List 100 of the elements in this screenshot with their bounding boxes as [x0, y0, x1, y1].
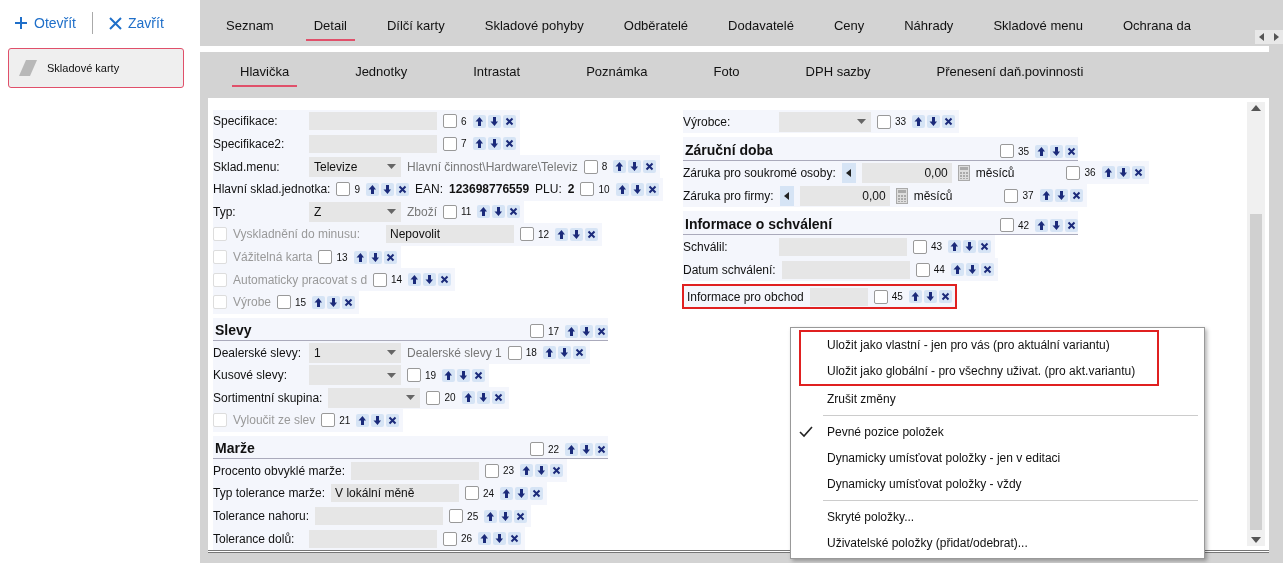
- tab[interactable]: Ochrana da: [1115, 11, 1199, 41]
- arrow-down-icon[interactable]: [535, 464, 549, 478]
- tab[interactable]: DPH sazby: [797, 57, 879, 87]
- arrow-down-icon[interactable]: [630, 182, 644, 196]
- checkbox[interactable]: [529, 442, 544, 457]
- arrow-up-icon[interactable]: [365, 182, 379, 196]
- checkbox[interactable]: [999, 218, 1014, 232]
- close-button[interactable]: Zavřít: [103, 13, 170, 33]
- arrow-down-icon[interactable]: [457, 368, 471, 382]
- menu-item[interactable]: Uživatelské položky (přidat/odebrat)...: [791, 530, 1204, 556]
- checkbox[interactable]: [999, 144, 1014, 158]
- arrow-up-icon[interactable]: [500, 486, 514, 500]
- checkbox[interactable]: [443, 531, 457, 546]
- arrow-up-icon[interactable]: [615, 182, 629, 196]
- close-icon[interactable]: [530, 486, 544, 500]
- checkbox[interactable]: [1004, 188, 1019, 203]
- menu-item[interactable]: Dynamicky umísťovat položky - vždy: [791, 471, 1204, 497]
- close-icon[interactable]: [472, 368, 486, 382]
- arrow-up-icon[interactable]: [472, 114, 486, 128]
- tab[interactable]: Foto: [705, 57, 748, 87]
- checkbox[interactable]: [443, 114, 457, 129]
- arrow-up-icon[interactable]: [912, 115, 926, 128]
- checkbox[interactable]: [443, 204, 457, 219]
- menu-item[interactable]: Pevné pozice položek: [791, 419, 1204, 445]
- arrow-down-icon[interactable]: [963, 240, 977, 253]
- close-icon[interactable]: [978, 240, 992, 253]
- arrow-up-icon[interactable]: [542, 346, 556, 360]
- close-icon[interactable]: [395, 182, 409, 196]
- arrow-up-icon[interactable]: [1039, 189, 1053, 202]
- arrow-down-icon[interactable]: [492, 205, 506, 219]
- close-icon[interactable]: [502, 137, 516, 151]
- decrement-button[interactable]: [841, 162, 856, 183]
- arrow-up-icon[interactable]: [555, 227, 569, 241]
- menu-item[interactable]: Dynamicky umísťovat položky - jen v editaci: [791, 445, 1204, 471]
- input-field[interactable]: [809, 287, 868, 306]
- close-icon[interactable]: [550, 464, 564, 478]
- close-icon[interactable]: [507, 205, 521, 219]
- arrow-down-icon[interactable]: [580, 442, 593, 456]
- arrow-up-icon[interactable]: [442, 368, 456, 382]
- arrow-up-icon[interactable]: [477, 205, 491, 219]
- close-icon[interactable]: [514, 509, 528, 523]
- arrow-up-icon[interactable]: [908, 290, 922, 303]
- checkbox[interactable]: [407, 368, 421, 383]
- arrow-down-icon[interactable]: [1116, 166, 1130, 179]
- close-icon[interactable]: [383, 250, 397, 264]
- arrow-up-icon[interactable]: [356, 413, 370, 427]
- arrow-up-icon[interactable]: [408, 273, 422, 287]
- close-icon[interactable]: [980, 263, 994, 276]
- input-field[interactable]: V lokální měně: [331, 484, 460, 503]
- close-icon[interactable]: [1065, 144, 1078, 158]
- arrow-up-icon[interactable]: [484, 509, 498, 523]
- tab[interactable]: Seznam: [218, 11, 282, 41]
- tab[interactable]: Odběratelé: [615, 11, 697, 41]
- number-field[interactable]: 0,00: [861, 162, 952, 183]
- dropdown[interactable]: Z: [309, 201, 401, 222]
- arrow-down-icon[interactable]: [557, 346, 571, 360]
- arrow-down-icon[interactable]: [476, 391, 490, 405]
- arrow-down-icon[interactable]: [515, 486, 529, 500]
- menu-item[interactable]: Skryté položky...: [791, 504, 1204, 530]
- close-icon[interactable]: [595, 324, 608, 338]
- arrow-down-icon[interactable]: [423, 273, 437, 287]
- arrow-down-icon[interactable]: [499, 509, 513, 523]
- arrow-down-icon[interactable]: [487, 137, 501, 151]
- checkbox[interactable]: [443, 136, 457, 151]
- arrow-up-icon[interactable]: [461, 391, 475, 405]
- checkbox[interactable]: [913, 239, 927, 254]
- close-icon[interactable]: [942, 115, 956, 128]
- arrow-up-icon[interactable]: [520, 464, 534, 478]
- close-icon[interactable]: [643, 160, 657, 174]
- checkbox[interactable]: [426, 390, 441, 405]
- arrow-up-icon[interactable]: [472, 137, 486, 151]
- arrow-up-icon[interactable]: [1035, 218, 1048, 232]
- arrow-up-icon[interactable]: [948, 240, 962, 253]
- menu-item[interactable]: Uložit jako globální - pro všechny uživat. (pro akt.variantu): [801, 358, 1157, 384]
- dropdown[interactable]: Televize: [309, 156, 401, 177]
- tab[interactable]: Skladové pohyby: [476, 11, 592, 41]
- close-icon[interactable]: [508, 532, 522, 546]
- arrow-down-icon[interactable]: [965, 263, 979, 276]
- checkbox[interactable]: [336, 182, 351, 197]
- tab[interactable]: Jednotky: [347, 57, 416, 87]
- tab[interactable]: Dodavatelé: [720, 11, 802, 41]
- checkbox[interactable]: [529, 324, 544, 339]
- tab[interactable]: Hlavička: [232, 57, 298, 87]
- arrow-up-icon[interactable]: [613, 160, 627, 174]
- arrow-up-icon[interactable]: [1101, 166, 1115, 179]
- arrow-down-icon[interactable]: [927, 115, 941, 128]
- close-icon[interactable]: [585, 227, 599, 241]
- close-icon[interactable]: [491, 391, 505, 405]
- checkbox[interactable]: [449, 509, 464, 523]
- checkbox[interactable]: [1066, 165, 1081, 180]
- menu-item[interactable]: Uložit jako vlastní - jen pro vás (pro aktuální variantu): [801, 332, 1157, 358]
- arrow-up-icon[interactable]: [312, 295, 326, 309]
- arrow-down-icon[interactable]: [1050, 144, 1063, 158]
- sidebar-item[interactable]: Skladové karty: [8, 48, 184, 88]
- checkbox[interactable]: [580, 182, 595, 197]
- arrow-down-icon[interactable]: [487, 114, 501, 128]
- checkbox[interactable]: [465, 486, 480, 501]
- arrow-down-icon[interactable]: [570, 227, 584, 241]
- tab[interactable]: Intrastat: [465, 57, 529, 87]
- arrow-down-icon[interactable]: [368, 250, 382, 264]
